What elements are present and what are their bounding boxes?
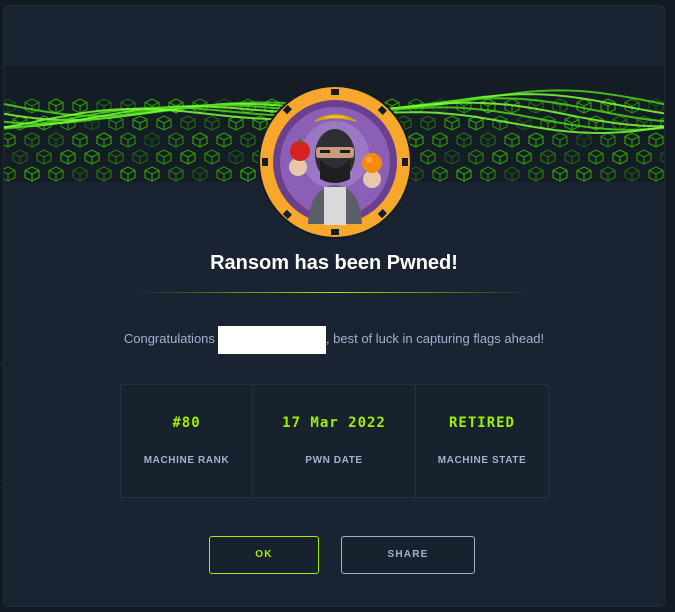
banner-cube — [540, 149, 556, 165]
banner-cube — [648, 132, 664, 148]
banner-cube — [60, 149, 76, 165]
machine-state-value: RETIRED — [448, 415, 515, 431]
banner-cube — [48, 98, 64, 114]
ninja-avatar-icon — [262, 89, 408, 235]
banner-cube — [528, 166, 544, 182]
banner-cube — [564, 149, 580, 165]
title-divider — [134, 292, 534, 293]
banner-cube — [180, 149, 196, 165]
banner-cube — [648, 166, 664, 182]
banner-cube — [552, 166, 568, 182]
banner-cube — [516, 115, 532, 131]
pwned-modal: Ransom has been Pwned! Congratulations , … — [4, 6, 664, 606]
congrats-suffix: , best of luck in capturing flags ahead! — [325, 331, 545, 346]
banner-cube — [192, 166, 208, 182]
banner-cube — [4, 166, 16, 182]
banner-cube — [132, 149, 148, 165]
banner-cube — [444, 115, 460, 131]
banner-cube — [240, 132, 256, 148]
banner-cube — [408, 166, 424, 182]
banner-cube — [204, 115, 220, 131]
banner-cube — [12, 149, 28, 165]
banner-cube — [480, 166, 496, 182]
banner-cube — [624, 132, 640, 148]
banner-cube — [180, 115, 196, 131]
share-button[interactable]: SHARE — [341, 536, 475, 574]
stat-machine-rank: #80 MACHINE RANK — [121, 385, 252, 497]
banner-cube — [120, 166, 136, 182]
banner-cube — [552, 98, 568, 114]
banner-cube — [96, 132, 112, 148]
banner-cube — [216, 166, 232, 182]
pwn-date-value: 17 Mar 2022 — [282, 415, 386, 431]
banner-cube — [504, 132, 520, 148]
banner-cube — [456, 166, 472, 182]
banner-cube — [504, 166, 520, 182]
congrats-prefix: Congratulations — [123, 331, 215, 346]
banner-cube — [72, 132, 88, 148]
banner-cube — [132, 115, 148, 131]
banner-cube — [660, 151, 664, 163]
banner-cube — [240, 166, 256, 182]
banner-cube — [72, 98, 88, 114]
banner-cube — [516, 149, 532, 165]
machine-avatar — [260, 87, 410, 237]
banner-cube — [204, 149, 220, 165]
banner-cube — [24, 132, 40, 148]
banner-cube — [432, 132, 448, 148]
banner-cube — [36, 149, 52, 165]
banner-cube — [144, 166, 160, 182]
banner-cube — [168, 132, 184, 148]
banner-cube — [480, 132, 496, 148]
banner-cube — [612, 149, 628, 165]
banner-cube — [156, 149, 172, 165]
banner-cube — [216, 132, 232, 148]
banner-cube — [576, 166, 592, 182]
banner-cube — [96, 166, 112, 182]
banner-cube — [48, 166, 64, 182]
banner-cube — [432, 166, 448, 182]
banner-cube — [576, 132, 592, 148]
banner-cube — [468, 149, 484, 165]
banner-cube — [192, 132, 208, 148]
banner-cube — [444, 149, 460, 165]
banner-cube — [492, 149, 508, 165]
banner-cube — [120, 132, 136, 148]
banner-cube — [600, 166, 616, 182]
banner-cube — [108, 149, 124, 165]
redacted-username — [217, 325, 326, 354]
pwn-stats-panel: #80 MACHINE RANK 17 Mar 2022 PWN DATE RE… — [120, 384, 549, 498]
ok-button[interactable]: OK — [209, 536, 319, 574]
machine-state-label: MACHINE STATE — [437, 455, 527, 466]
banner-cube — [600, 132, 616, 148]
banner-cube — [636, 149, 652, 165]
machine-rank-label: MACHINE RANK — [143, 455, 230, 466]
banner-cube — [408, 132, 424, 148]
congrats-message: Congratulations , best of luck in capturi… — [4, 325, 664, 354]
machine-rank-value: #80 — [172, 415, 201, 431]
banner-cube — [168, 166, 184, 182]
banner-cube — [552, 132, 568, 148]
banner-cube — [144, 132, 160, 148]
banner-cube — [4, 132, 16, 148]
stat-pwn-date: 17 Mar 2022 PWN DATE — [252, 385, 415, 497]
banner-cube — [624, 166, 640, 182]
banner-cube — [528, 132, 544, 148]
banner-cube — [420, 149, 436, 165]
banner-cube — [564, 115, 580, 131]
banner-cube — [228, 149, 244, 165]
pwn-date-label: PWN DATE — [305, 455, 363, 466]
banner-cube — [588, 149, 604, 165]
banner-cube — [456, 132, 472, 148]
banner-cube — [72, 166, 88, 182]
banner-cube — [156, 115, 172, 131]
banner-cube — [24, 166, 40, 182]
banner-cube — [420, 115, 436, 131]
banner-cube — [492, 115, 508, 131]
banner-cube — [48, 132, 64, 148]
modal-title: Ransom has been Pwned! — [210, 252, 458, 274]
stat-machine-state: RETIRED MACHINE STATE — [415, 385, 548, 497]
banner-cube — [576, 98, 592, 114]
banner-cube — [84, 149, 100, 165]
